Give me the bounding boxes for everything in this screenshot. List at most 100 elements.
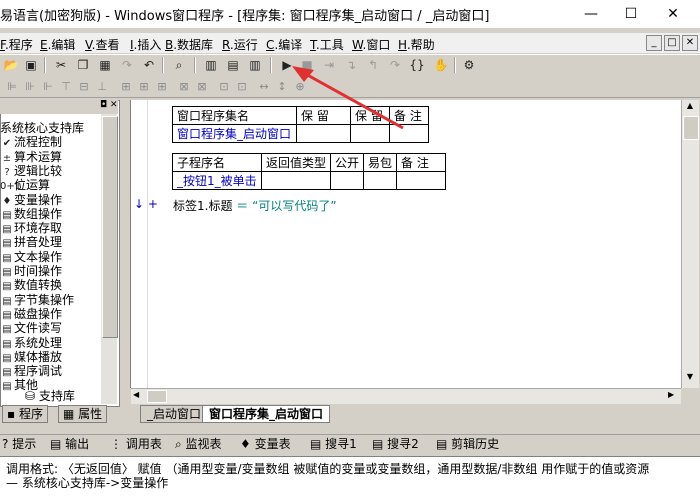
tree-item[interactable]: ▤ 时间操作 — [0, 265, 62, 279]
reserved-cell[interactable] — [296, 124, 351, 143]
redo-icon[interactable]: ↷ — [118, 56, 136, 74]
cut-icon[interactable]: ✂ — [52, 56, 70, 74]
sidebar-scroll-thumb[interactable] — [102, 116, 118, 338]
align-top-icon[interactable]: ⊤ — [58, 79, 74, 95]
assembly-name-cell[interactable]: 窗口程序集_启动窗口 — [172, 124, 297, 143]
step-icon[interactable]: ⇥ — [320, 56, 338, 74]
code-line-1[interactable]: 标签1.标题 ＝ “可以写代码了” — [173, 197, 337, 214]
tree-item[interactable]: ? 逻辑比较 — [0, 164, 62, 178]
tree-item[interactable]: ▤ 系统处理 — [0, 336, 62, 350]
menu-e[interactable]: E.编辑 — [40, 36, 75, 53]
hand-icon[interactable]: ✋ — [432, 56, 450, 74]
sub-remark-cell[interactable] — [396, 171, 447, 190]
tree-item[interactable]: ▤ 文本操作 — [0, 250, 62, 264]
stepout-icon[interactable]: ↰ — [364, 56, 382, 74]
same-width-icon[interactable]: ⊞ — [118, 79, 134, 95]
editor-hscroll[interactable]: ◀ ▶ — [131, 388, 681, 404]
align-center-icon[interactable]: ⊪ — [22, 79, 38, 95]
tab-properties[interactable]: ▦ 属性 — [58, 405, 108, 423]
output-tab[interactable]: ▤ 搜寻1 — [310, 436, 357, 452]
maximize-button[interactable]: ☐ — [608, 0, 654, 28]
tree-item[interactable]: ▤ 数值转换 — [0, 279, 62, 293]
tree-item[interactable]: ▤ 拼音处理 — [0, 236, 62, 250]
output-tab[interactable]: ⋮ 调用表 — [110, 436, 162, 452]
vsize-icon[interactable]: ↕ — [274, 79, 290, 95]
undo-icon[interactable]: ↶ — [140, 56, 158, 74]
tree-item[interactable]: ▤ 数组操作 — [0, 207, 62, 221]
menu-c[interactable]: C.编译 — [266, 36, 302, 53]
tree-item[interactable]: ▤ 环境存取 — [0, 222, 62, 236]
stepin-icon[interactable]: ↴ — [342, 56, 360, 74]
layout3-icon[interactable]: ▥ — [246, 56, 264, 74]
tree-item[interactable]: ♦ 变量操作 — [0, 193, 63, 207]
tree-root[interactable]: 系统核心支持库 — [0, 122, 84, 135]
same-size-icon[interactable]: ⊞ — [154, 79, 170, 95]
tree-item[interactable]: ▤ 字节集操作 — [0, 293, 74, 307]
align-left-icon[interactable]: ⊫ — [4, 79, 20, 95]
run-icon[interactable]: ▶ — [278, 56, 296, 74]
sub-name-cell[interactable]: _按钮1_被单击 — [172, 171, 262, 190]
output-tab[interactable]: ⌕ 监视表 — [175, 436, 222, 452]
code-editor[interactable] — [130, 100, 682, 388]
output-tab[interactable]: ♦ 变量表 — [240, 436, 291, 452]
mdi-minimize-button[interactable]: _ — [646, 35, 662, 51]
public-cell[interactable] — [330, 171, 365, 190]
tab-program[interactable]: ▪ 程序 — [2, 405, 48, 423]
same-height-icon[interactable]: ⊞ — [136, 79, 152, 95]
hscroll-thumb[interactable] — [147, 390, 167, 403]
output-tab[interactable]: ▤ 输出 — [50, 436, 89, 452]
menu-f[interactable]: F.程序 — [0, 36, 33, 53]
output-tab[interactable]: ▤ 剪辑历史 — [436, 436, 499, 452]
grid-icon[interactable]: ⊕ — [292, 79, 308, 95]
vspace-icon[interactable]: ⊠ — [194, 79, 210, 95]
breakpoint-icon[interactable]: {} — [408, 56, 426, 74]
remark-cell[interactable] — [389, 124, 429, 143]
menu-r[interactable]: R.运行 — [222, 36, 258, 53]
editor-vscroll[interactable]: ▲ ▼ — [681, 100, 699, 388]
scroll-right-icon[interactable]: ▶ — [668, 390, 674, 399]
find-icon[interactable]: ⌕ — [170, 56, 188, 74]
easy-pack-cell[interactable] — [363, 171, 398, 190]
mdi-close-button[interactable]: ✕ — [682, 35, 698, 51]
stop-icon[interactable]: ■ — [298, 56, 316, 74]
output-tab[interactable]: ? 提示 — [2, 436, 36, 452]
align-middle-icon[interactable]: ⊟ — [76, 79, 92, 95]
open-icon[interactable]: 📂 — [2, 56, 20, 74]
menu-w[interactable]: W.窗口 — [352, 36, 390, 53]
mdi-restore-button[interactable]: □ — [664, 35, 680, 51]
center-v-icon[interactable]: ⊡ — [234, 79, 250, 95]
scroll-up-icon[interactable]: ▲ — [683, 101, 697, 113]
save-icon[interactable]: ▣ — [22, 56, 40, 74]
doc-tab-start-window[interactable]: _启动窗口 — [140, 405, 209, 423]
tool-icon[interactable]: ⚙ — [460, 56, 478, 74]
output-tab[interactable]: ▤ 搜寻2 — [372, 436, 419, 452]
tree-item[interactable]: 0+1位运算 — [0, 179, 50, 193]
menu-b[interactable]: B.数据库 — [165, 36, 213, 53]
scroll-down-icon[interactable]: ▼ — [683, 372, 697, 384]
tree-item[interactable]: ▤ 程序调试 — [0, 365, 62, 379]
tree-item[interactable]: ▤ 媒体播放 — [0, 350, 62, 364]
paste-icon[interactable]: ▦ — [96, 56, 114, 74]
hspace-icon[interactable]: ⊠ — [176, 79, 192, 95]
scroll-left-icon[interactable]: ◀ — [133, 390, 139, 399]
tree-item[interactable]: ± 算术运算 — [0, 150, 62, 164]
menu-i[interactable]: I.插入 — [130, 36, 161, 53]
tree-item[interactable]: ▤ 磁盘操作 — [0, 307, 62, 321]
vscroll-thumb[interactable] — [683, 116, 699, 140]
tree-item[interactable]: ✔ 流程控制 — [0, 136, 62, 150]
layout1-icon[interactable]: ▥ — [202, 56, 220, 74]
menu-t[interactable]: T.工具 — [310, 36, 344, 53]
support-lib-button[interactable]: ⛁ 支持库 — [0, 387, 100, 404]
center-h-icon[interactable]: ⊡ — [216, 79, 232, 95]
align-right-icon[interactable]: ⊩ — [40, 79, 56, 95]
copy-icon[interactable]: ❐ — [74, 56, 92, 74]
hsize-icon[interactable]: ↔ — [256, 79, 272, 95]
return-type-cell[interactable] — [260, 171, 332, 190]
menu-h[interactable]: H.帮助 — [398, 36, 435, 53]
align-bottom-icon[interactable]: ⊥ — [94, 79, 110, 95]
reserved-cell-2[interactable] — [350, 124, 390, 143]
layout2-icon[interactable]: ▤ — [224, 56, 242, 74]
panel-pin-icon[interactable]: ◘ ✕ — [100, 100, 118, 110]
stepover-icon[interactable]: ↷ — [386, 56, 404, 74]
tree-item[interactable]: ▤ 文件读写 — [0, 322, 62, 336]
